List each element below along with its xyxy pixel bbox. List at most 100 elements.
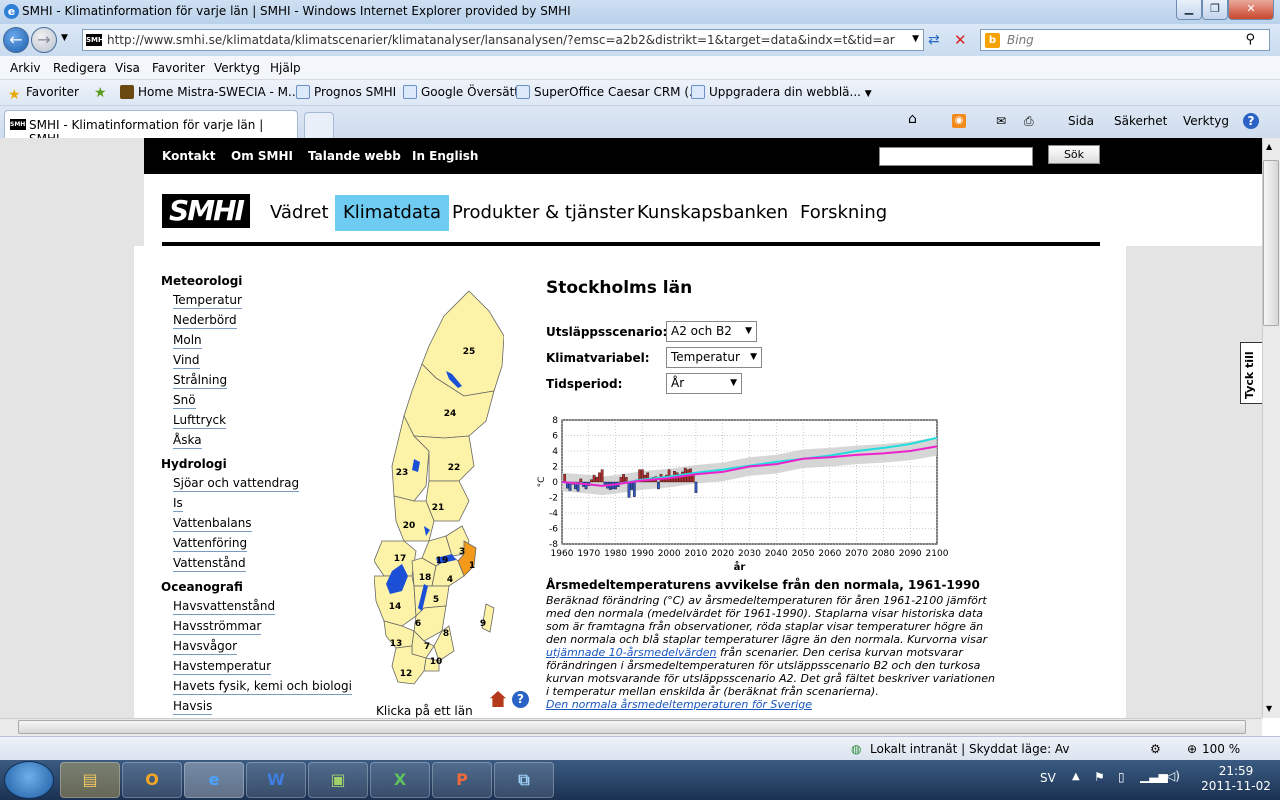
menu-item-vattenstand[interactable]: Vattenstånd [173, 556, 246, 572]
menu-arkiv[interactable]: Arkiv [10, 61, 41, 75]
search-icon[interactable]: ⚲ [1245, 32, 1255, 47]
scroll-up-icon[interactable]: ▲ [1266, 142, 1272, 151]
scroll-down-icon[interactable]: ▼ [1266, 704, 1272, 713]
protected-mode-icon[interactable]: ⚙ [1150, 742, 1161, 756]
network-icon[interactable]: ▁▃▅ [1140, 769, 1168, 783]
mail-icon[interactable]: ✉ [996, 114, 1006, 128]
new-tab-button[interactable] [304, 112, 334, 138]
help-map-icon[interactable]: ? [512, 691, 529, 708]
menu-item-aska[interactable]: Åska [173, 433, 202, 449]
zoom-level[interactable]: 100 % [1202, 742, 1240, 756]
minimize-button[interactable]: ▁ [1176, 0, 1202, 20]
menu-item-havets-fysik[interactable]: Havets fysik, kemi och biologi [173, 679, 352, 695]
vertical-scroll-thumb[interactable] [1263, 160, 1279, 326]
nav-klimatdata[interactable]: Klimatdata [335, 195, 449, 231]
variable-select[interactable]: Temperatur ▼ [666, 347, 762, 368]
nav-forskning[interactable]: Forskning [792, 195, 895, 231]
address-bar[interactable]: SMHI http://www.smhi.se/klimatdata/klima… [82, 29, 924, 51]
taskbar-internet-explorer[interactable]: e [184, 762, 244, 798]
sweden-county-map[interactable]: 25 24 23 22 21 20 3 19 1 17 18 4 14 5 6 … [374, 286, 504, 686]
favorite-link-mistra[interactable]: Home Mistra-SWECIA - M... [120, 85, 299, 99]
topnav-talande-webb[interactable]: Talande webb [308, 149, 401, 163]
rss-icon[interactable]: ◉ [952, 114, 966, 128]
taskbar-folder[interactable]: ▣ [308, 762, 368, 798]
favorite-link-superoffice[interactable]: SuperOffice Caesar CRM (... [516, 85, 700, 99]
nav-kunskapsbanken[interactable]: Kunskapsbanken [629, 195, 796, 231]
search-box[interactable]: b Bing ⚲ [980, 29, 1270, 51]
taskbar-excel[interactable]: X [370, 762, 430, 798]
taskbar-explorer[interactable]: ▤ [60, 762, 120, 798]
menu-item-is[interactable]: Is [173, 496, 183, 512]
clock[interactable]: 21:59 2011-11-02 [1200, 764, 1272, 794]
home-map-icon[interactable] [490, 691, 506, 707]
menu-item-moln[interactable]: Moln [173, 333, 202, 349]
menu-sida[interactable]: Sida [1068, 114, 1094, 128]
help-icon[interactable]: ? [1243, 113, 1259, 129]
menu-verktyg-cmd[interactable]: Verktyg [1183, 114, 1229, 128]
menu-visa[interactable]: Visa [115, 61, 140, 75]
menu-item-vattenforing[interactable]: Vattenföring [173, 536, 248, 552]
chevron-down-icon: ▼ [745, 326, 752, 336]
topnav-kontakt[interactable]: Kontakt [162, 149, 215, 163]
favorite-link-google[interactable]: Google Översätt [403, 85, 519, 99]
favorites-button[interactable]: ★ Favoriter [8, 85, 79, 102]
smoothed-averages-link[interactable]: utjämnade 10-årsmedelvärden [546, 646, 717, 659]
topnav-in-english[interactable]: In English [412, 149, 478, 163]
menu-item-lufttryck[interactable]: Lufttryck [173, 413, 227, 429]
menu-hjalp[interactable]: Hjälp [270, 61, 301, 75]
favorite-link-uppgradera[interactable]: Uppgradera din webblä... ▼ [691, 85, 872, 99]
normal-temperature-link[interactable]: Den normala årsmedeltemperaturen för Sve… [546, 698, 998, 711]
period-select[interactable]: År ▼ [666, 373, 742, 394]
language-indicator[interactable]: SV [1040, 771, 1056, 785]
menu-item-havsvagor[interactable]: Havsvågor [173, 639, 238, 655]
menu-item-havsstrommar[interactable]: Havsströmmar [173, 619, 262, 635]
home-icon[interactable]: ⌂ [908, 111, 917, 127]
menu-item-havstemperatur[interactable]: Havstemperatur [173, 659, 272, 675]
taskbar-powerpoint[interactable]: P [432, 762, 492, 798]
print-icon[interactable]: ⎙ [1024, 114, 1034, 129]
favorite-link-prognos[interactable]: Prognos SMHI [296, 85, 396, 99]
nav-produkter[interactable]: Produkter & tjänster [444, 195, 642, 231]
menu-item-temperatur[interactable]: Temperatur [173, 293, 242, 309]
nav-vadret[interactable]: Vädret [262, 195, 337, 231]
volume-icon[interactable]: ◁) [1166, 769, 1180, 783]
menu-item-vind[interactable]: Vind [173, 353, 200, 369]
back-button[interactable]: ← [3, 27, 29, 53]
menu-item-havsvattenstand[interactable]: Havsvattenstånd [173, 599, 276, 615]
start-button[interactable] [4, 761, 54, 799]
add-favorite-icon[interactable]: ★ [94, 85, 107, 101]
y-tick-label: -4 [549, 509, 558, 519]
taskbar-remote[interactable]: ⧉ [494, 762, 554, 798]
menu-item-sno[interactable]: Snö [173, 393, 196, 409]
flag-icon[interactable]: ⚑ [1094, 770, 1105, 784]
menu-redigera[interactable]: Redigera [53, 61, 106, 75]
menu-item-stralning[interactable]: Strålning [173, 373, 228, 389]
menu-favoriter[interactable]: Favoriter [152, 61, 205, 75]
battery-icon[interactable]: ▯ [1118, 770, 1125, 784]
site-search-input[interactable] [879, 147, 1033, 166]
menu-item-havsis[interactable]: Havsis [173, 699, 213, 715]
close-button[interactable]: ✕ [1228, 0, 1274, 20]
maximize-button[interactable]: ❐ [1202, 0, 1228, 20]
menu-item-vattenbalans[interactable]: Vattenbalans [173, 516, 252, 532]
taskbar-outlook[interactable]: O [122, 762, 182, 798]
taskbar-word[interactable]: W [246, 762, 306, 798]
compat-view-icon[interactable]: ⇄ [928, 32, 940, 48]
smhi-logo[interactable]: SMHI [162, 194, 250, 228]
stop-icon[interactable]: ✕ [954, 31, 967, 49]
address-dropdown-icon[interactable]: ▼ [912, 34, 919, 44]
topnav-om-smhi[interactable]: Om SMHI [231, 149, 293, 163]
history-dropdown-icon[interactable]: ▼ [61, 33, 68, 43]
menu-verktyg[interactable]: Verktyg [214, 61, 260, 75]
forward-button[interactable]: → [31, 27, 57, 53]
zone-status[interactable]: Lokalt intranät | Skyddat läge: Av [870, 742, 1070, 756]
feedback-tab[interactable]: Tyck till [1240, 342, 1262, 404]
site-search-button[interactable]: Sök [1048, 145, 1100, 164]
tab-smhi[interactable]: SMHI SMHI - Klimatinformation för varje … [4, 110, 298, 146]
horizontal-scroll-thumb[interactable] [18, 720, 1246, 734]
menu-sakerhet[interactable]: Säkerhet [1114, 114, 1167, 128]
scenario-select[interactable]: A2 och B2 ▼ [666, 321, 757, 342]
menu-item-sjoar[interactable]: Sjöar och vattendrag [173, 476, 300, 492]
show-hidden-icons[interactable]: ▲ [1072, 771, 1080, 782]
menu-item-nederbord[interactable]: Nederbörd [173, 313, 237, 329]
